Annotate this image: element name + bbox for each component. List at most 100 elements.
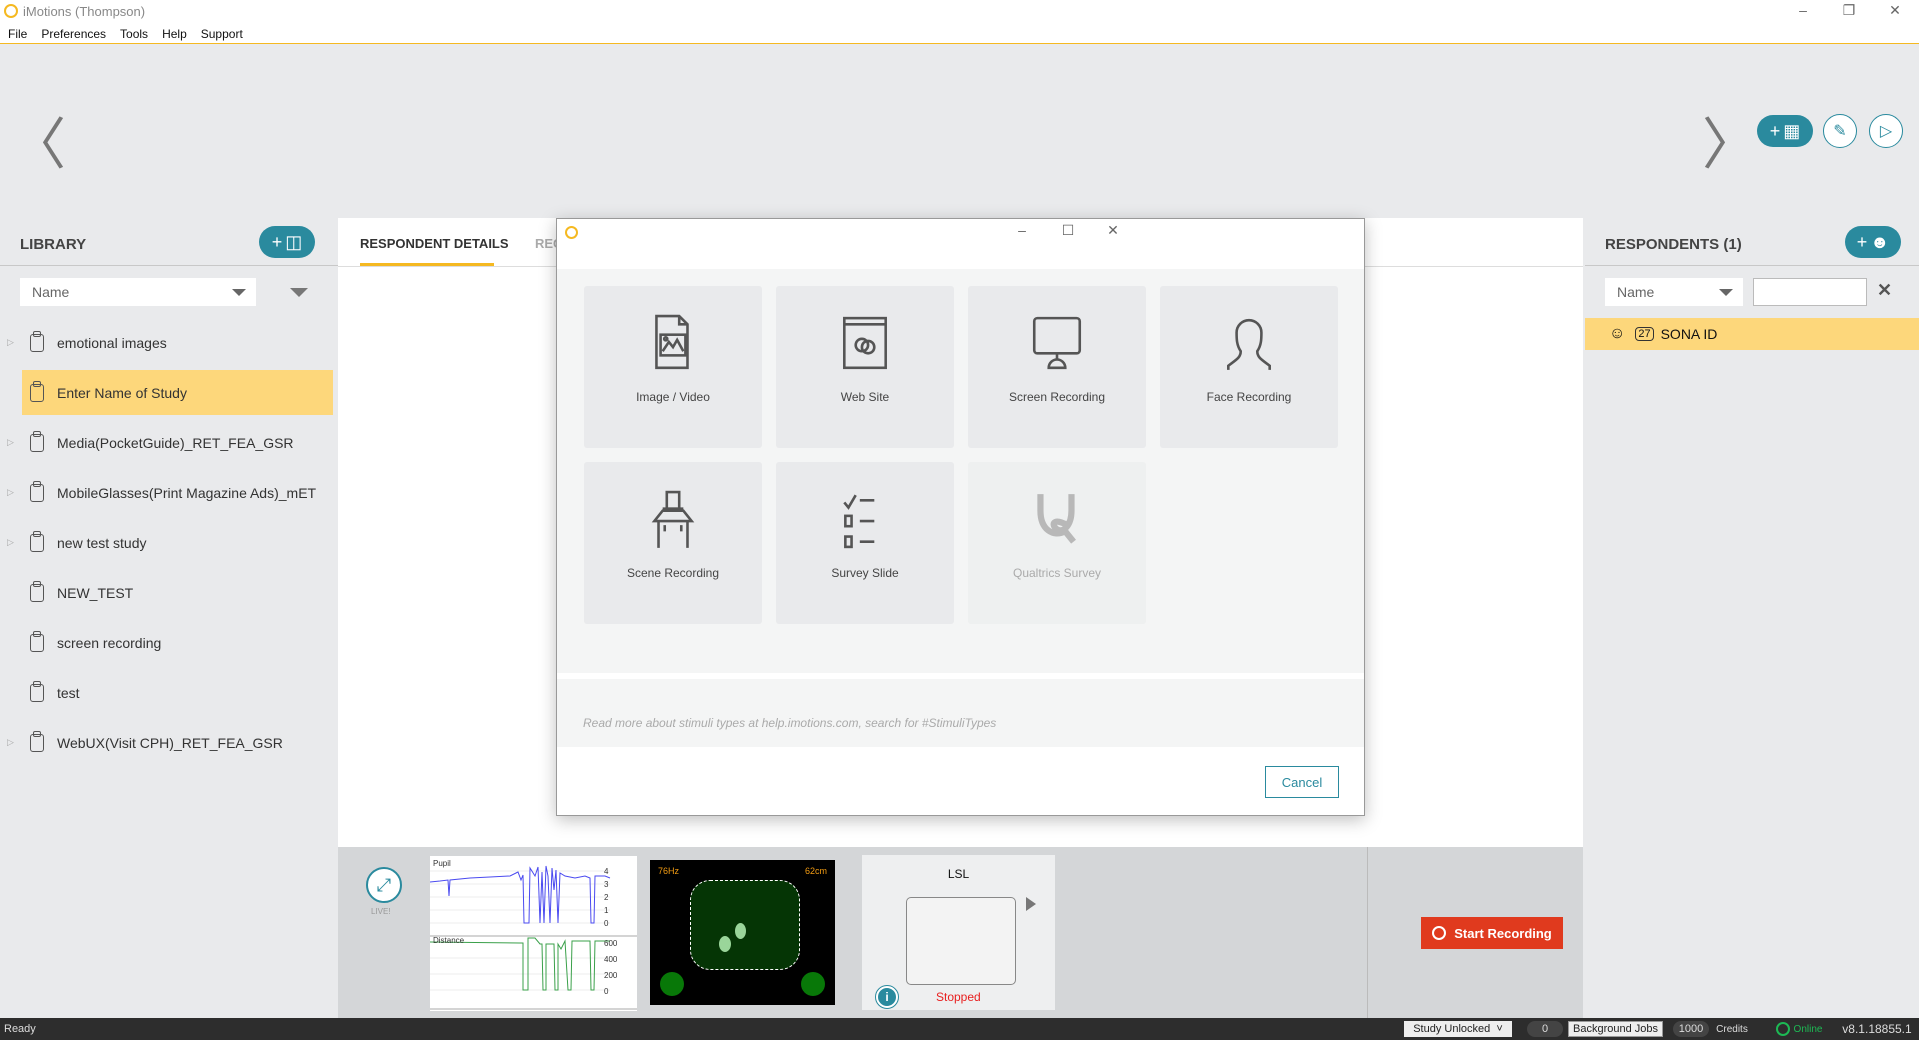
tile-label: Scene Recording — [626, 566, 720, 580]
live-monitor-panel: ⤢ LIVE! Pupil Distance 43210 600 400 200 0 … — [338, 847, 1583, 1018]
clipboard-icon — [30, 730, 44, 752]
clipboard-icon — [30, 680, 44, 702]
library-item-label: new test study — [57, 534, 147, 551]
library-item-label: test — [57, 684, 80, 701]
expand-icon[interactable]: ▷ — [7, 437, 14, 448]
library-sort-select[interactable]: Name — [20, 278, 256, 306]
left-eye-indicator — [660, 972, 684, 996]
expand-icon[interactable]: ▷ — [7, 487, 14, 498]
person-icon — [1227, 318, 1271, 370]
clipboard-icon — [30, 480, 44, 502]
clear-search-icon[interactable]: ✕ — [1877, 280, 1892, 301]
edit-button[interactable]: ✎ — [1823, 114, 1857, 148]
expand-icon[interactable]: ▷ — [7, 537, 14, 548]
stimulus-tile-image-video[interactable]: Image / Video — [584, 286, 762, 448]
tile-label: Screen Recording — [1008, 390, 1106, 404]
library-item[interactable]: test — [22, 670, 333, 715]
expand-live-button[interactable]: ⤢ — [366, 867, 402, 903]
start-recording-button[interactable]: Start Recording — [1421, 917, 1563, 949]
cancel-button[interactable]: Cancel — [1265, 766, 1339, 798]
expand-icon[interactable]: ▷ — [7, 337, 14, 348]
status-bar: Ready Study Unlocked ˅ 0 Background Jobs… — [0, 1018, 1919, 1040]
library-item[interactable]: screen recording — [22, 620, 333, 665]
lsl-preview — [906, 897, 1016, 985]
respondent-name: SONA ID — [1660, 326, 1718, 342]
web-site-icon — [843, 316, 887, 370]
menu-support[interactable]: Support — [201, 27, 243, 41]
menu-help[interactable]: Help — [162, 27, 187, 41]
next-arrow-icon[interactable]: 〉 — [1702, 100, 1758, 181]
play-icon[interactable] — [1026, 897, 1036, 911]
tile-label: Survey Slide — [831, 566, 899, 580]
add-stimulus-button[interactable]: + ▦ — [1757, 115, 1813, 147]
restore-button[interactable]: ❐ — [1834, 2, 1864, 19]
library-item[interactable]: ▷ emotional images — [7, 320, 333, 365]
clipboard-icon — [30, 530, 44, 552]
expand-icon: ⤢ — [376, 874, 392, 895]
add-respondent-button[interactable]: + ☻ — [1845, 226, 1901, 258]
stimulus-tile-web-site[interactable]: Web Site — [776, 286, 954, 448]
library-item[interactable]: NEW_TEST — [22, 570, 333, 615]
start-recording-label: Start Recording — [1454, 925, 1552, 941]
person-icon: ☻ — [1870, 231, 1890, 252]
desk-icon — [651, 490, 695, 548]
library-item[interactable]: ▷ Media(PocketGuide)_RET_FEA_GSR — [7, 420, 333, 465]
help-area: Read more about stimuli types at help.im… — [557, 679, 1364, 747]
library-item[interactable]: ▷ new test study — [7, 520, 333, 565]
stimulus-tile-screen-recording[interactable]: Screen Recording — [968, 286, 1146, 448]
library-item[interactable]: Enter Name of Study — [22, 370, 333, 415]
record-icon — [1432, 926, 1447, 940]
study-lock-select[interactable]: Study Unlocked ˅ — [1404, 1021, 1512, 1037]
clipboard-icon: ◫ — [285, 231, 303, 252]
library-item-label: WebUX(Visit CPH)_RET_FEA_GSR — [57, 734, 283, 751]
qualtrics-icon — [1037, 494, 1076, 544]
chevron-down-icon — [1719, 289, 1733, 296]
library-title: LIBRARY — [20, 236, 87, 253]
menu-file[interactable]: File — [8, 27, 27, 41]
tab-respondent-details[interactable]: RESPONDENT DETAILS — [360, 236, 509, 251]
imotions-logo-icon — [4, 4, 18, 18]
respondent-row[interactable]: ☺ 27 SONA ID — [1585, 318, 1919, 350]
clipboard-icon — [30, 580, 44, 602]
library-item-label: screen recording — [57, 634, 162, 651]
close-button[interactable]: ✕ — [1880, 2, 1910, 19]
menu-preferences[interactable]: Preferences — [41, 27, 106, 41]
help-text[interactable]: Read more about stimuli types at help.im… — [583, 716, 996, 730]
sort-direction-icon[interactable] — [290, 288, 308, 297]
respondent-badge: 27 — [1635, 327, 1654, 341]
info-icon[interactable]: i — [875, 985, 899, 1009]
version: v8.1.18855.1 — [1842, 1022, 1912, 1036]
dialog-minimize-button[interactable]: – — [1007, 222, 1037, 238]
stimulus-type-grid: Image / Video Web Site Screen Recording Fac… — [557, 269, 1364, 673]
status-text: Ready — [4, 1023, 36, 1035]
tile-label: Qualtrics Survey — [1012, 566, 1102, 580]
person-icon: ☺ — [1609, 325, 1626, 342]
library-item[interactable]: ▷ WebUX(Visit CPH)_RET_FEA_GSR — [7, 720, 333, 765]
play-button[interactable]: ▷ — [1869, 114, 1903, 148]
add-study-button[interactable]: + ◫ — [259, 226, 315, 258]
expand-icon[interactable]: ▷ — [7, 737, 14, 748]
stimulus-tile-survey-slide[interactable]: Survey Slide — [776, 462, 954, 624]
stimulus-tile-face-recording[interactable]: Face Recording — [1160, 286, 1338, 448]
tile-label: Face Recording — [1206, 390, 1292, 404]
stimulus-tile-scene-recording[interactable]: Scene Recording — [584, 462, 762, 624]
previous-arrow-icon[interactable]: 〈 — [10, 100, 66, 181]
dialog-maximize-button[interactable]: ☐ — [1053, 222, 1083, 239]
library-item[interactable]: ▷ MobileGlasses(Print Magazine Ads)_mET — [7, 470, 333, 515]
dialog-close-button[interactable]: ✕ — [1098, 222, 1128, 239]
right-eye-dot — [735, 923, 746, 939]
lsl-title: LSL — [947, 867, 970, 881]
online-status: Online — [1793, 1023, 1823, 1035]
respondents-sort-select[interactable]: Name — [1605, 278, 1743, 306]
jobs-count: 0 — [1527, 1021, 1563, 1037]
respondent-search-input[interactable] — [1753, 278, 1867, 306]
menu-tools[interactable]: Tools — [120, 27, 148, 41]
left-eye-dot — [719, 936, 731, 952]
minimize-button[interactable]: – — [1788, 2, 1818, 18]
background-jobs-button[interactable]: Background Jobs — [1568, 1021, 1663, 1037]
library-sort-value: Name — [32, 284, 70, 300]
gaze-rate: 76Hz — [658, 866, 680, 876]
title-bar: iMotions (Thompson) – ❐ ✕ — [0, 0, 1919, 24]
library-item-label: Enter Name of Study — [57, 384, 187, 401]
library-item-label: NEW_TEST — [57, 584, 134, 601]
